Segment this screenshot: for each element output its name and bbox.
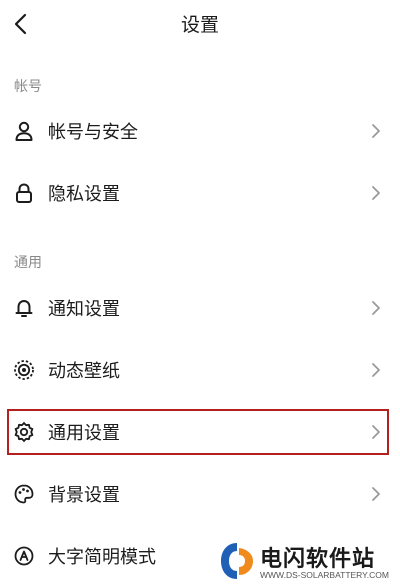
settings-item-general-settings[interactable]: 通用设置 [0, 407, 400, 457]
chevron-right-icon [372, 124, 380, 138]
section-label-account: 帐号 [14, 79, 42, 95]
settings-item-label: 隐私设置 [48, 184, 120, 205]
live-wallpaper-icon [12, 358, 36, 382]
settings-item-privacy[interactable]: 隐私设置 [0, 168, 400, 218]
chevron-right-icon [372, 425, 380, 439]
watermark-url: WWW.DS-SOLARBATTERY.COM [260, 570, 389, 580]
watermark: 电闪软件站 WWW.DS-SOLARBATTERY.COM [214, 536, 400, 587]
settings-item-label: 通知设置 [48, 299, 120, 320]
bell-icon [12, 296, 36, 320]
settings-item-background[interactable]: 背景设置 [0, 469, 400, 519]
section-label-general: 通用 [14, 255, 42, 271]
lock-icon [12, 181, 36, 205]
settings-item-notifications[interactable]: 通知设置 [0, 283, 400, 333]
font-mode-icon [12, 544, 36, 568]
settings-item-label: 通用设置 [48, 423, 120, 444]
watermark-logo-icon [221, 543, 253, 579]
settings-item-label: 帐号与安全 [48, 122, 138, 143]
settings-item-label: 动态壁纸 [48, 361, 120, 382]
user-icon [12, 119, 36, 143]
chevron-right-icon [372, 186, 380, 200]
chevron-right-icon [372, 363, 380, 377]
header-bar: 设置 [0, 0, 400, 48]
settings-item-label: 大字简明模式 [48, 547, 156, 568]
settings-item-live-wallpaper[interactable]: 动态壁纸 [0, 345, 400, 395]
settings-item-label: 背景设置 [48, 485, 120, 506]
chevron-right-icon [372, 301, 380, 315]
chevron-right-icon [372, 487, 380, 501]
settings-item-account-security[interactable]: 帐号与安全 [0, 106, 400, 156]
watermark-title: 电闪软件站 [260, 547, 376, 572]
palette-icon [12, 482, 36, 506]
gear-icon [12, 420, 36, 444]
page-title: 设置 [180, 14, 219, 36]
